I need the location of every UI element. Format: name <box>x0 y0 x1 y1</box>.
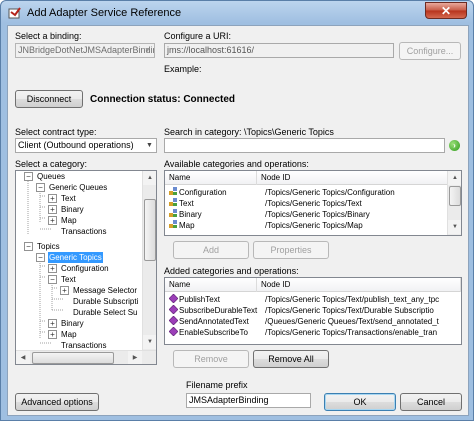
available-scrollbar[interactable]: ▲ ▼ <box>447 171 461 235</box>
column-header-name[interactable]: Name <box>165 278 257 292</box>
remove-button[interactable]: Remove <box>173 350 249 368</box>
category-icon <box>169 209 177 217</box>
column-header-node-id[interactable]: Node ID <box>257 171 448 185</box>
scroll-thumb[interactable] <box>32 352 114 364</box>
expander-icon[interactable]: + <box>48 205 57 214</box>
tree-horizontal-scrollbar[interactable]: ◀ ▶ <box>16 350 156 364</box>
list-item[interactable]: EnableSubscribeTo /Topics/Generic Topics… <box>169 327 461 338</box>
operation-icon <box>169 305 178 314</box>
advanced-options-button[interactable]: Advanced options <box>15 393 99 411</box>
expander-icon[interactable]: − <box>24 172 33 181</box>
category-icon <box>169 198 177 206</box>
ok-button[interactable]: OK <box>324 393 396 411</box>
dialog-body: Select a binding: JNBridgeDotNetJMSAdapt… <box>7 25 469 416</box>
binding-select[interactable]: JNBridgeDotNetJMSAdapterBinding ▼ <box>15 43 155 58</box>
binding-label: Select a binding: <box>15 31 82 41</box>
list-item[interactable]: Map /Topics/Generic Topics/Map <box>169 220 449 231</box>
dialog-window: Add Adapter Service Reference ✕ Select a… <box>0 0 474 421</box>
category-icon <box>169 187 177 195</box>
properties-button[interactable]: Properties <box>253 241 329 259</box>
added-list: Name Node ID PublishText /Topics/Generic… <box>164 277 462 345</box>
contract-select[interactable]: Client (Outbound operations) ▼ <box>15 138 157 153</box>
expander-icon[interactable]: − <box>24 242 33 251</box>
expander-icon[interactable]: + <box>48 319 57 328</box>
search-label: Search in category: \Topics\Generic Topi… <box>164 127 334 137</box>
list-item[interactable]: SendAnnotatedText /Queues/Generic Queues… <box>169 316 461 327</box>
list-item[interactable]: SubscribeDurableText /Topics/Generic Top… <box>169 305 461 316</box>
scroll-right-icon[interactable]: ▶ <box>128 351 142 364</box>
scroll-up-icon[interactable]: ▲ <box>143 171 156 185</box>
operation-icon <box>169 327 178 336</box>
scroll-thumb[interactable] <box>449 186 461 206</box>
uri-label: Configure a URI: <box>164 31 232 41</box>
tree-node-selected-label: Generic Topics <box>48 252 103 263</box>
scroll-down-icon[interactable]: ▼ <box>143 335 156 349</box>
add-button[interactable]: Add <box>173 241 249 259</box>
chevron-down-icon: ▼ <box>146 142 153 149</box>
expander-icon[interactable]: − <box>48 275 57 284</box>
cancel-button[interactable]: Cancel <box>400 393 462 411</box>
added-list-header: Name Node ID <box>165 278 461 292</box>
title-bar[interactable]: Add Adapter Service Reference ✕ <box>1 1 473 25</box>
contract-label: Select contract type: <box>15 127 97 137</box>
connection-status: Connection status: Connected <box>90 94 236 105</box>
expander-icon[interactable]: + <box>60 286 69 295</box>
scroll-left-icon[interactable]: ◀ <box>16 351 30 364</box>
list-item[interactable]: Configuration /Topics/Generic Topics/Con… <box>169 187 449 198</box>
column-header-node-id[interactable]: Node ID <box>257 278 461 292</box>
expander-icon[interactable]: + <box>48 194 57 203</box>
scroll-down-icon[interactable]: ▼ <box>448 220 461 234</box>
expander-icon[interactable]: + <box>48 264 57 273</box>
expander-icon[interactable]: − <box>36 253 45 262</box>
expander-icon[interactable]: + <box>48 216 57 225</box>
added-label: Added categories and operations: <box>164 266 299 276</box>
scroll-up-icon[interactable]: ▲ <box>448 171 461 185</box>
expander-icon[interactable]: + <box>48 330 57 339</box>
example-label: Example: <box>164 64 202 74</box>
filename-input[interactable]: JMSAdapterBinding <box>186 393 311 408</box>
close-button[interactable]: ✕ <box>425 2 467 19</box>
list-item[interactable]: Text /Topics/Generic Topics/Text <box>169 198 449 209</box>
search-input[interactable] <box>164 138 445 153</box>
tree-vertical-scrollbar[interactable]: ▲ ▼ <box>142 171 156 350</box>
chevron-down-icon: ▼ <box>144 47 151 54</box>
available-list: Name Node ID Configuration /Topics/Gener… <box>164 170 462 236</box>
available-list-header: Name Node ID <box>165 171 448 185</box>
list-item[interactable]: PublishText /Topics/Generic Topics/Text/… <box>169 294 461 305</box>
operation-icon <box>169 316 178 325</box>
list-item[interactable]: Binary /Topics/Generic Topics/Binary <box>169 209 449 220</box>
app-icon <box>8 7 21 19</box>
disconnect-button[interactable]: Disconnect <box>15 90 83 108</box>
search-go-icon[interactable]: › <box>449 140 460 151</box>
operation-icon <box>169 294 178 303</box>
remove-all-button[interactable]: Remove All <box>253 350 329 368</box>
uri-field[interactable]: jms://localhost:61616/ <box>164 43 394 58</box>
contract-value: Client (Outbound operations) <box>18 140 134 150</box>
column-header-name[interactable]: Name <box>165 171 257 185</box>
scroll-thumb[interactable] <box>144 199 156 261</box>
category-tree: − Queues − Generic Queues + Text + Binar… <box>15 170 157 365</box>
category-icon <box>169 220 177 228</box>
binding-value: JNBridgeDotNetJMSAdapterBinding <box>18 45 155 55</box>
available-label: Available categories and operations: <box>164 159 309 169</box>
filename-label: Filename prefix <box>186 380 248 390</box>
category-label: Select a category: <box>15 159 88 169</box>
expander-icon[interactable]: − <box>36 183 45 192</box>
configure-button[interactable]: Configure... <box>399 42 461 60</box>
window-title: Add Adapter Service Reference <box>27 7 182 19</box>
